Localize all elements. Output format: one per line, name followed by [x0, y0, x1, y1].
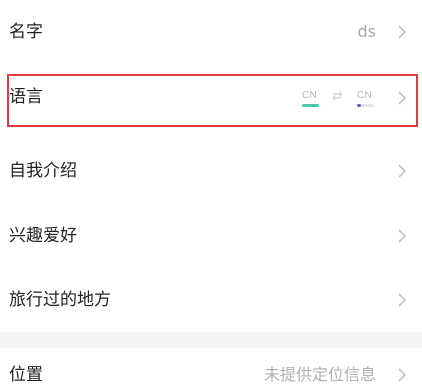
name-label: 名字 — [9, 22, 43, 42]
row-traveled[interactable]: 旅行过的地方 — [0, 268, 422, 332]
traveled-label: 旅行过的地方 — [9, 290, 111, 310]
chevron-right-icon — [396, 24, 408, 40]
chevron-right-icon — [396, 292, 408, 308]
row-intro[interactable]: 自我介绍 — [0, 140, 422, 204]
row-hobbies[interactable]: 兴趣爱好 — [0, 204, 422, 268]
row-name[interactable]: 名字 ds — [0, 0, 422, 64]
chevron-right-icon — [396, 228, 408, 244]
hobbies-label: 兴趣爱好 — [9, 226, 77, 246]
chevron-right-icon — [396, 367, 408, 383]
section-separator — [0, 332, 422, 348]
language-highlight-box — [7, 74, 418, 127]
row-location[interactable]: 位置 未提供定位信息 — [0, 348, 422, 387]
chevron-right-icon — [396, 163, 408, 179]
intro-label: 自我介绍 — [9, 161, 77, 181]
location-value: 未提供定位信息 — [263, 365, 376, 384]
name-value: ds — [357, 22, 377, 41]
location-label: 位置 — [9, 365, 43, 385]
